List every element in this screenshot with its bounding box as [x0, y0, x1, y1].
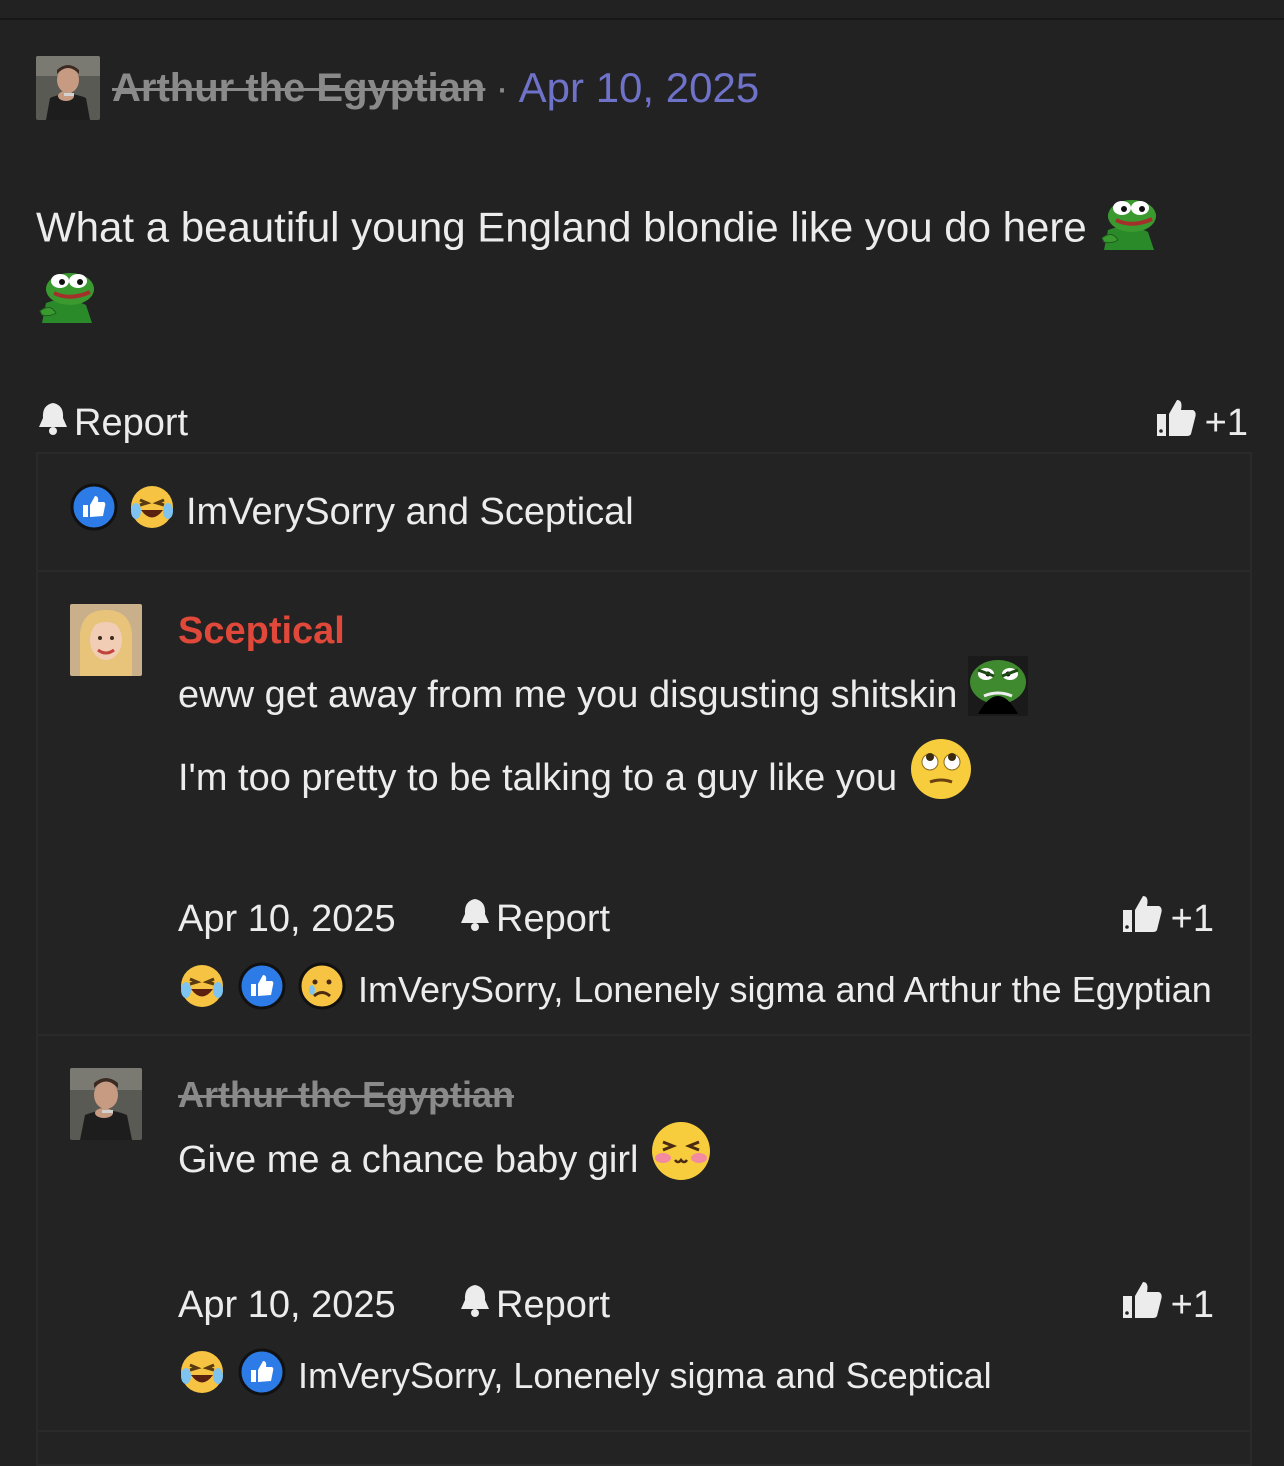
reply: Arthur the Egyptian Give me a chance bab… [38, 1036, 1250, 1432]
reply-body: eww get away from me you disgusting shit… [178, 656, 1250, 822]
like-button[interactable]: +1 [1121, 1280, 1214, 1330]
separator-dot: · [495, 65, 509, 110]
like-reaction-icon [70, 483, 118, 541]
like-button[interactable]: +1 [1155, 398, 1248, 448]
reply-author-name[interactable]: Sceptical [178, 606, 1250, 656]
post-author-name[interactable]: Arthur the Egyptian [112, 66, 485, 111]
thumbs-up-icon [1121, 1280, 1163, 1330]
post-header: Arthur the Egyptian · Apr 10, 2025 [36, 56, 1248, 120]
like-count: +1 [1170, 1283, 1214, 1326]
bell-icon [458, 896, 492, 942]
top-divider [0, 18, 1284, 20]
reply-actions: Apr 10, 2025 Report +1 [178, 894, 1250, 944]
post: Arthur the Egyptian · Apr 10, 2025 What … [36, 56, 1248, 448]
report-button[interactable]: Report [36, 400, 188, 446]
avatar[interactable] [36, 56, 100, 120]
reply-line: eww get away from me you disgusting shit… [178, 674, 958, 717]
pepe-smug-emoji-icon [36, 267, 98, 340]
reaction-names: ImVerySorry and Sceptical [186, 490, 634, 533]
reply-date-link[interactable]: Apr 10, 2025 [178, 1284, 458, 1327]
sad-reaction-icon [298, 962, 346, 1019]
reply: Sceptical eww get away from me you disgu… [38, 572, 1250, 1036]
bell-icon [36, 400, 70, 446]
post-body-text: What a beautiful young England blondie l… [36, 203, 1087, 251]
thumbs-up-icon [1121, 894, 1163, 944]
avatar[interactable] [70, 1068, 142, 1140]
reply-date-link[interactable]: Apr 10, 2025 [178, 898, 458, 941]
reply-reactions-summary[interactable]: ImVerySorry, Lonenely sigma and Arthur t… [178, 944, 1250, 1036]
laughing-crying-reaction-icon [128, 483, 176, 541]
reply-reactions-summary[interactable]: ImVerySorry, Lonenely sigma and Sceptica… [178, 1330, 1250, 1422]
like-reaction-icon [238, 962, 286, 1019]
pepe-angry-emoji-icon [967, 656, 1028, 738]
laughing-crying-reaction-icon [178, 962, 226, 1019]
blushing-emoji-icon [649, 1120, 713, 1204]
reply-line: Give me a chance baby girl [178, 1139, 639, 1182]
like-button[interactable]: +1 [1121, 894, 1214, 944]
report-label: Report [496, 1283, 611, 1326]
like-count: +1 [1170, 897, 1214, 940]
post-reactions-summary[interactable]: ImVerySorry and Sceptical [38, 454, 1250, 572]
reaction-names: ImVerySorry, Lonenely sigma and Arthur t… [358, 969, 1212, 1010]
report-label: Report [74, 401, 189, 444]
reply-line: I'm too pretty to be talking to a guy li… [178, 757, 898, 800]
report-button[interactable]: Report [458, 1282, 1121, 1328]
bell-icon [458, 1282, 492, 1328]
avatar[interactable] [70, 604, 142, 676]
post-body: What a beautiful young England blondie l… [36, 194, 1248, 340]
reply-author-name[interactable]: Arthur the Egyptian [178, 1070, 1250, 1120]
post-date-link[interactable]: Apr 10, 2025 [519, 64, 760, 112]
replies-panel: ImVerySorry and Sceptical Sceptical eww … [36, 452, 1252, 1466]
post-actions: Report +1 [36, 398, 1248, 448]
pepe-smug-emoji-icon [1098, 194, 1160, 267]
report-button[interactable]: Report [458, 896, 1121, 942]
thumbs-up-icon [1155, 398, 1197, 448]
eye-roll-emoji-icon [908, 738, 974, 822]
reply-actions: Apr 10, 2025 Report +1 [178, 1280, 1250, 1330]
laughing-crying-reaction-icon [178, 1348, 226, 1405]
like-count: +1 [1204, 401, 1248, 444]
like-reaction-icon [238, 1348, 286, 1405]
report-label: Report [496, 897, 611, 940]
reply-body: Give me a chance baby girl [178, 1120, 1250, 1204]
reaction-names: ImVerySorry, Lonenely sigma and Sceptica… [298, 1355, 992, 1396]
